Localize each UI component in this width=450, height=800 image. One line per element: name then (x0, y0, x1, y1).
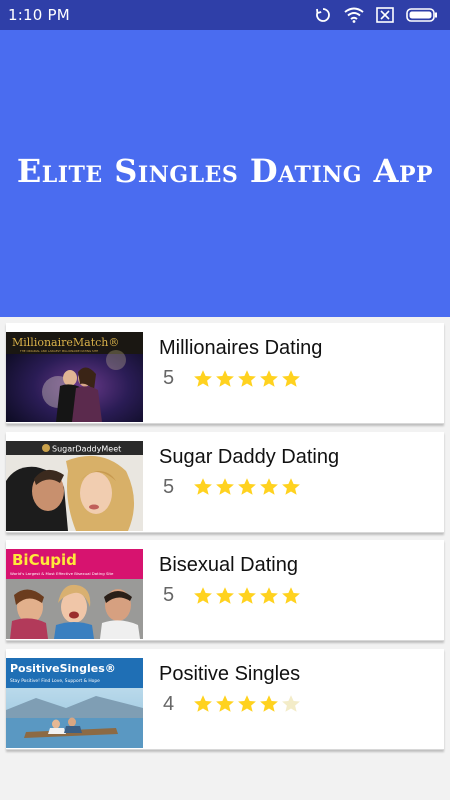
bicupid-thumbnail: BiCupid World's Largest & Most Effective… (6, 549, 143, 639)
star-filled-icon (194, 478, 212, 495)
positive-singles-tagline: Stay Positive! Find Love, Support & Hope (10, 678, 100, 684)
app-header: Elite Singles Dating App (0, 30, 450, 317)
rating-row: 4 (163, 693, 301, 716)
millionaire-match-logo: MillionaireMatch® (12, 336, 119, 349)
star-rating (193, 586, 301, 606)
star-filled-icon (194, 695, 212, 712)
star-filled-icon (216, 369, 234, 387)
rating-value: 5 (163, 367, 175, 389)
rating-value: 5 (163, 584, 175, 606)
star-filled-icon (216, 695, 234, 712)
star-filled-icon (216, 586, 234, 604)
app-list: MillionaireMatch® THE ORIGINAL AND LARGE… (6, 323, 444, 757)
list-item-millionaires-dating[interactable]: MillionaireMatch® THE ORIGINAL AND LARGE… (6, 323, 444, 424)
star-filled-icon (282, 478, 300, 495)
positive-singles-logo: PositiveSingles® (10, 662, 116, 675)
item-title: Positive Singles (159, 662, 301, 685)
battery-icon (406, 8, 438, 22)
star-filled-icon (282, 369, 300, 387)
app-title: Elite Singles Dating App (16, 151, 434, 190)
sugar-daddy-meet-logo: SugarDaddyMeet (52, 444, 121, 453)
star-filled-icon (194, 586, 212, 604)
rating-row: 5 (163, 476, 301, 499)
rating-row: 5 (163, 584, 301, 607)
status-bar: 1:10 PM (0, 0, 450, 30)
bicupid-tagline: World's Largest & Most Effective Bisexua… (10, 571, 114, 576)
item-title: Millionaires Dating (159, 337, 323, 359)
star-filled-icon (216, 478, 234, 495)
list-item-sugar-daddy-dating[interactable]: SugarDaddyMeet Sugar Daddy Dating 5 (6, 431, 444, 533)
bicupid-logo: BiCupid (12, 551, 77, 569)
star-rating (193, 477, 301, 497)
sugar-daddy-meet-thumbnail: SugarDaddyMeet (6, 440, 143, 531)
millionaire-match-tagline: THE ORIGINAL AND LARGEST MILLIONAIRE DAT… (19, 349, 98, 353)
millionaire-match-thumbnail: MillionaireMatch® THE ORIGINAL AND LARGE… (6, 332, 143, 422)
star-filled-icon (260, 586, 278, 604)
item-title: Bisexual Dating (159, 554, 298, 576)
star-rating (193, 694, 301, 714)
star-filled-icon (238, 478, 256, 495)
rating-value: 4 (163, 692, 175, 715)
star-filled-icon (260, 695, 278, 712)
rating-row: 5 (163, 367, 301, 390)
no-sim-icon (376, 7, 394, 23)
star-filled-icon (194, 369, 212, 387)
star-filled-icon (238, 369, 256, 387)
list-item-bisexual-dating[interactable]: BiCupid World's Largest & Most Effective… (6, 540, 444, 641)
star-filled-icon (260, 478, 278, 495)
status-time: 1:10 PM (8, 6, 70, 24)
star-rating (193, 369, 301, 389)
star-filled-icon (238, 695, 256, 712)
star-filled-icon (282, 586, 300, 604)
status-icons (314, 6, 438, 24)
item-title: Sugar Daddy Dating (159, 445, 340, 468)
star-filled-icon (260, 369, 278, 387)
rating-value: 5 (163, 475, 175, 498)
positive-singles-thumbnail: PositiveSingles® Stay Positive! Find Lov… (6, 657, 143, 748)
star-empty-icon (282, 695, 300, 712)
sync-icon (314, 6, 332, 24)
star-filled-icon (238, 586, 256, 604)
list-item-positive-singles[interactable]: PositiveSingles® Stay Positive! Find Lov… (6, 648, 444, 750)
wifi-icon (344, 7, 364, 23)
